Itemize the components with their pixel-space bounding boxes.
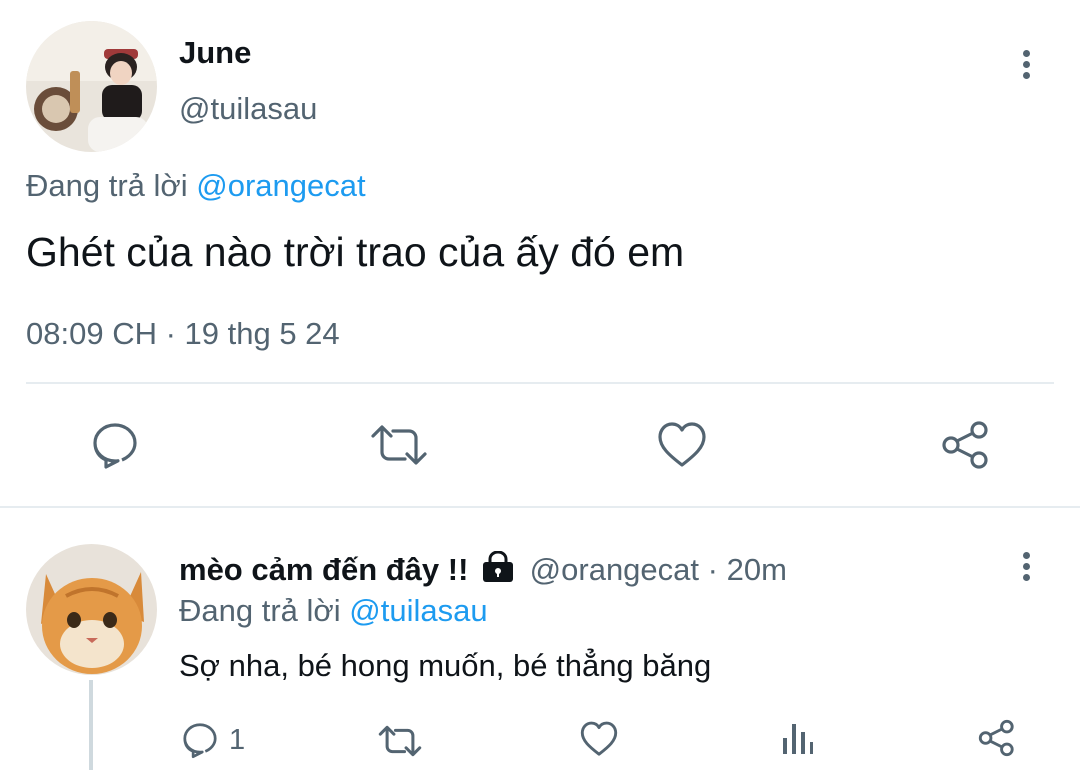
reply-to-link[interactable]: @tuilasau bbox=[349, 593, 487, 628]
tweet-text: Ghét của nào trời trao của ấy đó em bbox=[26, 229, 685, 275]
divider bbox=[26, 382, 1054, 384]
reply-to-link[interactable]: @orangecat bbox=[196, 168, 365, 203]
like-icon bbox=[580, 721, 618, 756]
reply-age[interactable]: 20m bbox=[727, 552, 787, 587]
reply-author-name[interactable]: mèo cảm đến đây !! bbox=[179, 552, 468, 587]
reply-more-options-button[interactable] bbox=[1016, 548, 1036, 585]
retweet-button[interactable] bbox=[370, 420, 428, 470]
analytics-icon bbox=[783, 724, 813, 754]
reply-icon bbox=[93, 423, 137, 469]
dot-icon bbox=[1022, 72, 1030, 79]
dot-icon bbox=[1022, 552, 1030, 559]
author-name[interactable]: June bbox=[179, 35, 251, 71]
author-avatar[interactable] bbox=[26, 21, 157, 152]
dot-icon bbox=[1022, 563, 1030, 570]
section-divider bbox=[0, 506, 1080, 508]
dot-icon bbox=[1022, 61, 1030, 68]
dot-icon bbox=[1022, 574, 1030, 581]
dot-icon bbox=[1022, 50, 1030, 57]
reply-context: Đang trả lời @tuilasau bbox=[179, 593, 488, 629]
share-icon bbox=[978, 719, 1014, 757]
thread-line bbox=[89, 680, 93, 770]
reply-share-button[interactable] bbox=[978, 718, 1016, 758]
reply-header: mèo cảm đến đây !! @orangecat · 20m bbox=[179, 550, 787, 591]
reply-context: Đang trả lời @orangecat bbox=[26, 168, 366, 204]
reply-prefix: Đang trả lời bbox=[179, 593, 341, 628]
retweet-icon bbox=[378, 725, 422, 757]
reply-icon bbox=[183, 723, 217, 759]
reply-analytics-button[interactable] bbox=[782, 720, 814, 756]
reply-reply-button[interactable]: 1 bbox=[181, 720, 251, 760]
reply-text: Sợ nha, bé hong muốn, bé thẳng băng bbox=[179, 648, 712, 683]
more-options-button[interactable] bbox=[1016, 46, 1036, 83]
reply-count: 1 bbox=[229, 723, 246, 756]
reply-retweet-button[interactable] bbox=[378, 722, 422, 760]
reply-author-avatar[interactable] bbox=[26, 544, 157, 675]
like-button[interactable] bbox=[657, 420, 707, 470]
reply-author-handle[interactable]: @orangecat bbox=[530, 552, 699, 587]
share-icon bbox=[942, 421, 988, 469]
lock-icon bbox=[481, 550, 515, 591]
reply-button[interactable] bbox=[90, 420, 140, 470]
author-handle[interactable]: @tuilasau bbox=[179, 91, 317, 127]
share-button[interactable] bbox=[941, 420, 991, 470]
time-separator: · bbox=[707, 552, 718, 587]
retweet-icon bbox=[371, 425, 427, 465]
reply-prefix: Đang trả lời bbox=[26, 168, 188, 203]
reply-like-button[interactable] bbox=[580, 720, 618, 758]
tweet-timestamp[interactable]: 08:09 CH · 19 thg 5 24 bbox=[26, 316, 340, 352]
like-icon bbox=[658, 422, 706, 467]
